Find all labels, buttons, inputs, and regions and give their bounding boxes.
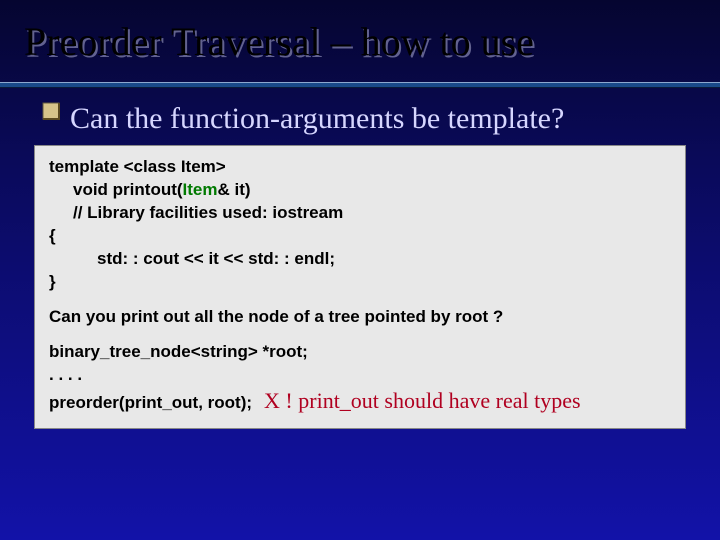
code-line: preorder(print_out, root); <box>49 392 252 415</box>
code-line: . . . . <box>49 364 671 387</box>
warning-text: X ! print_out should have real types <box>264 386 581 416</box>
code-line: std: : cout << it << std: : endl; <box>49 248 671 271</box>
bullet-item: Can the function-arguments be template? <box>0 88 720 145</box>
code-token: void printout( <box>73 180 183 199</box>
code-token: & it) <box>218 180 251 199</box>
code-line: } <box>49 271 671 294</box>
slide-title: Preorder Traversal – how to use <box>24 20 696 64</box>
code-token-type: Item <box>183 180 218 199</box>
bullet-square-icon <box>42 102 60 120</box>
warning-row: preorder(print_out, root); X ! print_out… <box>49 386 671 416</box>
code-line: // Library facilities used: iostream <box>49 202 671 225</box>
code-line: template <class Item> <box>49 156 671 179</box>
code-line: { <box>49 225 671 248</box>
title-block: Preorder Traversal – how to use <box>0 0 720 70</box>
bullet-text: Can the function-arguments be template? <box>70 102 564 135</box>
code-panel: template <class Item> void printout(Item… <box>34 145 686 429</box>
code-line: void printout(Item& it) <box>49 179 671 202</box>
code-question: Can you print out all the node of a tree… <box>49 306 671 329</box>
code-line: binary_tree_node<string> *root; <box>49 341 671 364</box>
